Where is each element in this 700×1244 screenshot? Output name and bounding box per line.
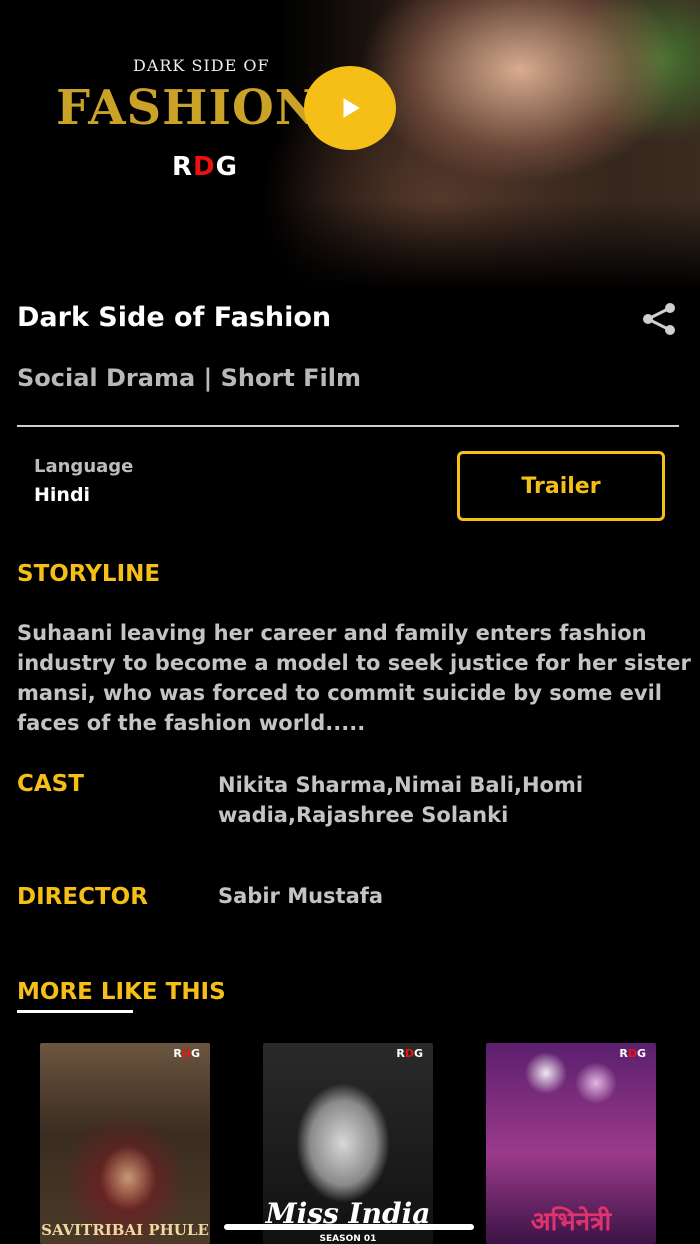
related-item-card[interactable]: RDG Miss India SEASON 01 bbox=[263, 1043, 433, 1244]
rdg-badge: RDG bbox=[619, 1047, 646, 1060]
storyline-heading: STORYLINE bbox=[17, 561, 161, 587]
language-label: Language bbox=[34, 456, 134, 477]
director-heading: DIRECTOR bbox=[17, 884, 148, 910]
rdg-badge: RDG bbox=[396, 1047, 423, 1060]
genre-label: Social Drama | Short Film bbox=[17, 364, 362, 392]
trailer-button[interactable]: Trailer bbox=[457, 451, 665, 521]
content-title: Dark Side of Fashion bbox=[17, 302, 332, 333]
share-icon[interactable] bbox=[640, 300, 678, 338]
cast-value: Nikita Sharma,Nimai Bali,Homi wadia,Raja… bbox=[218, 773, 584, 827]
rdg-logo: RDG bbox=[172, 152, 238, 182]
poster-title: FASHION bbox=[56, 80, 316, 136]
related-item-title: अभिनेत्री bbox=[530, 1207, 612, 1237]
cast-heading: CAST bbox=[17, 771, 84, 797]
director-value: Sabir Mustafa bbox=[218, 884, 384, 908]
related-item-card[interactable]: RDG SAVITRIBAI PHULE bbox=[40, 1043, 210, 1244]
section-underline bbox=[17, 1010, 133, 1013]
related-item-subtitle: SEASON 01 bbox=[319, 1234, 377, 1244]
related-item-card[interactable]: RDG अभिनेत्री bbox=[486, 1043, 656, 1244]
storyline-text: Suhaani leaving her career and family en… bbox=[17, 621, 691, 735]
language-value: Hindi bbox=[34, 484, 91, 506]
hero-banner: DARK SIDE OF FASHION RDG bbox=[0, 0, 700, 290]
more-like-this-heading: MORE LIKE THIS bbox=[17, 979, 226, 1005]
play-icon bbox=[343, 98, 360, 118]
divider bbox=[17, 425, 679, 427]
rdg-badge: RDG bbox=[173, 1047, 200, 1060]
poster-subtitle: DARK SIDE OF bbox=[133, 56, 270, 75]
related-item-title: SAVITRIBAI PHULE bbox=[41, 1221, 209, 1239]
home-indicator[interactable] bbox=[224, 1224, 474, 1230]
play-button[interactable] bbox=[304, 66, 396, 150]
